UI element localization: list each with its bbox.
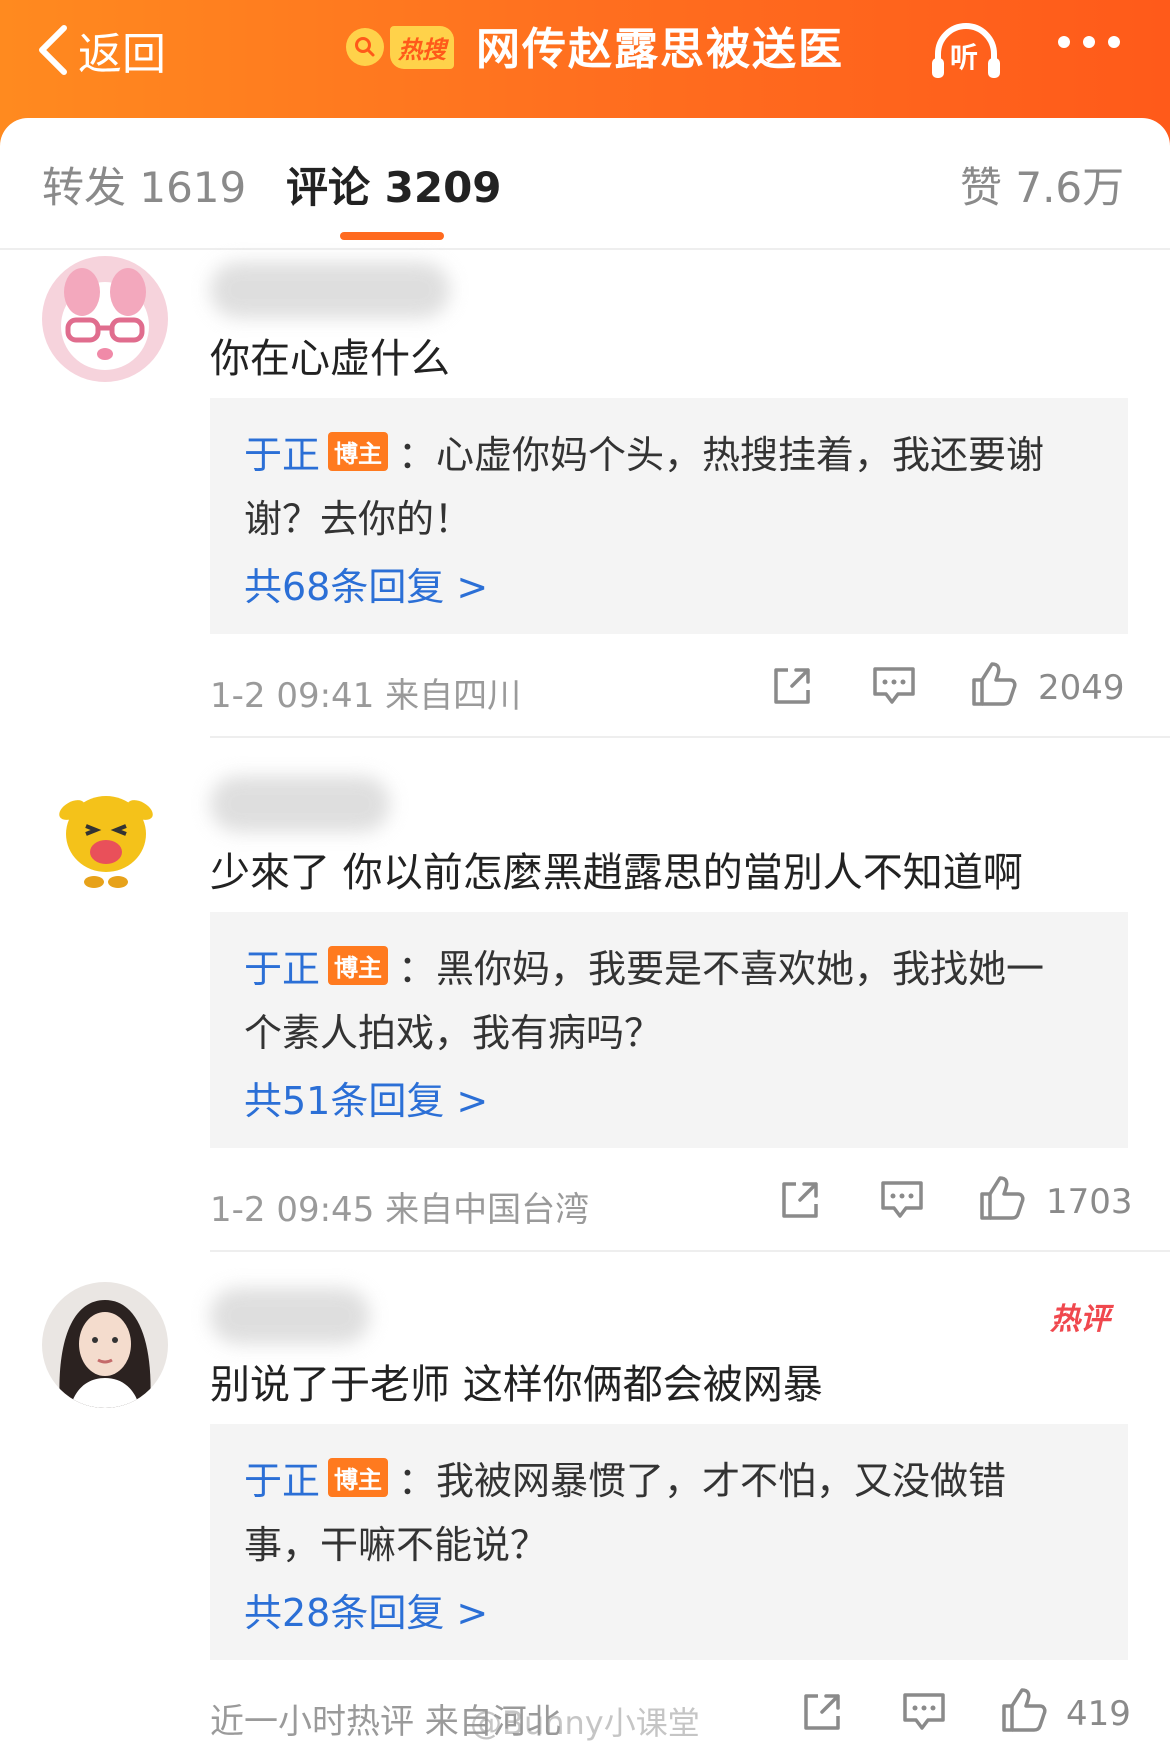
username-blurred[interactable] xyxy=(210,262,450,318)
hot-comment-tag: 热评 xyxy=(1050,1288,1126,1337)
listen-label: 听 xyxy=(950,41,979,74)
comment-item: 你在心虚什么 于正 博主 ：心虚你妈个头，热搜挂着，我还要谢 谢？去你的！ 共68条… xyxy=(0,256,1170,738)
comment-meta: 1-2 09:41 来自四川 xyxy=(210,676,522,716)
view-replies-link[interactable]: 共28条回复 > xyxy=(244,1582,488,1637)
hot-search-label: 热搜 xyxy=(390,25,454,69)
like-count: 2049 xyxy=(1038,668,1125,708)
comment-item: 热评 别说了于老师 这样你俩都会被网暴 于正 博主 ：我被网暴惯了，才不怕，又没做错… xyxy=(0,1282,1170,1749)
reply-author[interactable]: 于正 xyxy=(244,1459,320,1503)
listen-button[interactable]: 听 xyxy=(928,20,1004,84)
reply-line: 于正 博主 ：我被网暴惯了，才不怕，又没做错 xyxy=(244,1450,1006,1505)
author-badge: 博主 xyxy=(328,432,389,471)
avatar[interactable] xyxy=(42,1282,168,1408)
reply-text: ：心虚你妈个头，热搜挂着，我还要谢 xyxy=(398,433,1045,477)
view-replies-link[interactable]: 共51条回复 > xyxy=(244,1070,488,1125)
comment-text: 少來了 你以前怎麼黑趙露思的當別人不知道啊 xyxy=(210,850,1023,896)
username-blurred[interactable] xyxy=(210,776,390,832)
reply-line: 于正 博主 ：黑你妈，我要是不喜欢她，我找她一 xyxy=(244,938,1044,993)
author-reply[interactable]: 于正 博主 ：我被网暴惯了，才不怕，又没做错 事，干嘛不能说？ 共28条回复 > xyxy=(210,1424,1128,1660)
like-icon[interactable] xyxy=(978,1174,1026,1222)
more-menu-button[interactable] xyxy=(1058,36,1120,48)
comment-text: 你在心虚什么 xyxy=(210,336,450,382)
page-title: 网传赵露思被送医 xyxy=(476,24,844,75)
divider xyxy=(210,1250,1170,1252)
reply-text: ：黑你妈，我要是不喜欢她，我找她一 xyxy=(398,947,1045,991)
author-badge: 博主 xyxy=(328,946,389,985)
back-label: 返回 xyxy=(78,29,166,80)
reply-text-continued: 事，干嘛不能说？ xyxy=(244,1523,549,1567)
comment-text: 别说了于老师 这样你俩都会被网暴 xyxy=(210,1362,823,1408)
reply-author[interactable]: 于正 xyxy=(244,947,320,991)
divider xyxy=(0,248,1170,250)
tab-reposts[interactable]: 转发 1619 xyxy=(42,154,246,215)
dot-icon xyxy=(1083,36,1095,48)
reply-line: 于正 博主 ：心虚你妈个头，热搜挂着，我还要谢 xyxy=(244,424,1044,479)
view-replies-link[interactable]: 共68条回复 > xyxy=(244,556,488,611)
active-tab-indicator xyxy=(340,232,444,240)
share-icon[interactable] xyxy=(778,1178,822,1222)
like-icon[interactable] xyxy=(970,660,1018,708)
author-reply[interactable]: 于正 博主 ：心虚你妈个头，热搜挂着，我还要谢 谢？去你的！ 共68条回复 > xyxy=(210,398,1128,634)
username-blurred[interactable] xyxy=(210,1288,370,1344)
comment-meta: 1-2 09:45 来自中国台湾 xyxy=(210,1190,590,1230)
like-count: 1703 xyxy=(1046,1182,1133,1222)
avatar[interactable] xyxy=(42,770,168,896)
dot-icon xyxy=(1058,36,1070,48)
reply-text-continued: 个素人拍戏，我有病吗？ xyxy=(244,1011,663,1055)
share-icon[interactable] xyxy=(770,664,814,708)
comment-item: 少來了 你以前怎麼黑趙露思的當別人不知道啊 于正 博主 ：黑你妈，我要是不喜欢她，我… xyxy=(0,770,1170,1252)
comment-icon[interactable] xyxy=(900,1690,948,1734)
hot-search-badge[interactable]: 热搜 xyxy=(346,22,454,72)
tab-likes[interactable]: 赞 7.6万 xyxy=(960,154,1124,215)
reply-author[interactable]: 于正 xyxy=(244,433,320,477)
author-badge: 博主 xyxy=(328,1458,389,1497)
like-count: 419 xyxy=(1066,1694,1131,1734)
author-reply[interactable]: 于正 博主 ：黑你妈，我要是不喜欢她，我找她一 个素人拍戏，我有病吗？ 共51条回复… xyxy=(210,912,1128,1148)
watermark: @Bunny小课堂 xyxy=(470,1704,700,1742)
reply-text: ：我被网暴惯了，才不怕，又没做错 xyxy=(398,1459,1007,1503)
dot-icon xyxy=(1108,36,1120,48)
back-button[interactable]: 返回 xyxy=(36,18,166,82)
chevron-left-icon xyxy=(39,25,67,75)
tab-comments[interactable]: 评论 3209 xyxy=(286,154,502,215)
reply-text-continued: 谢？去你的！ xyxy=(244,497,473,541)
like-icon[interactable] xyxy=(1000,1686,1048,1734)
avatar[interactable] xyxy=(42,256,168,382)
divider xyxy=(210,736,1170,738)
hot-comment-label: 热评 xyxy=(1050,1302,1110,1337)
share-icon[interactable] xyxy=(800,1690,844,1734)
search-icon xyxy=(346,28,384,66)
comment-icon[interactable] xyxy=(878,1178,926,1222)
comment-icon[interactable] xyxy=(870,664,918,708)
